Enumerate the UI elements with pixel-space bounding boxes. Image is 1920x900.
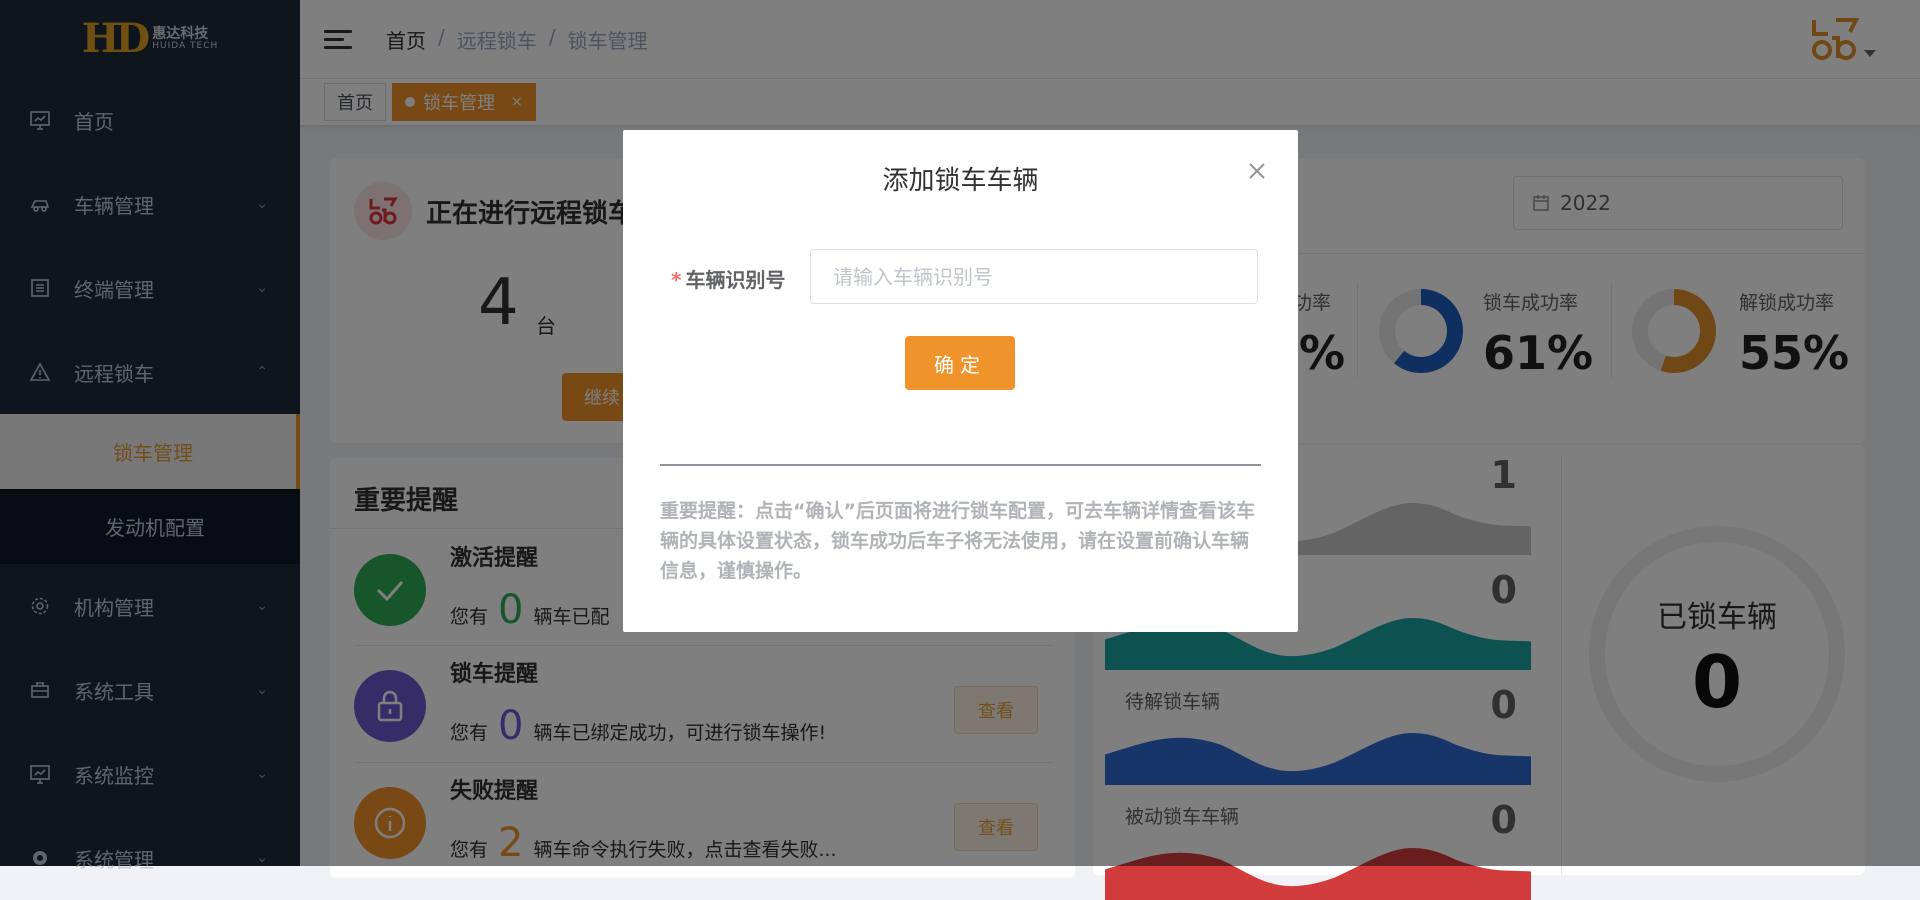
add-lock-vehicle-dialog: 添加锁车车辆 *车辆识别号 确定 重要提醒：点击“确认”后页面将进行锁车配置，可… xyxy=(623,130,1298,632)
dialog-divider xyxy=(660,464,1261,466)
dialog-warning-note: 重要提醒：点击“确认”后页面将进行锁车配置，可去车辆详情查看该车辆的具体设置状态… xyxy=(660,500,1255,582)
confirm-button[interactable]: 确定 xyxy=(905,336,1015,390)
vin-input[interactable] xyxy=(810,249,1258,304)
close-icon[interactable] xyxy=(1246,160,1268,182)
dialog-title: 添加锁车车辆 xyxy=(882,166,1039,196)
vin-label: * 车辆识别号 xyxy=(671,268,786,292)
